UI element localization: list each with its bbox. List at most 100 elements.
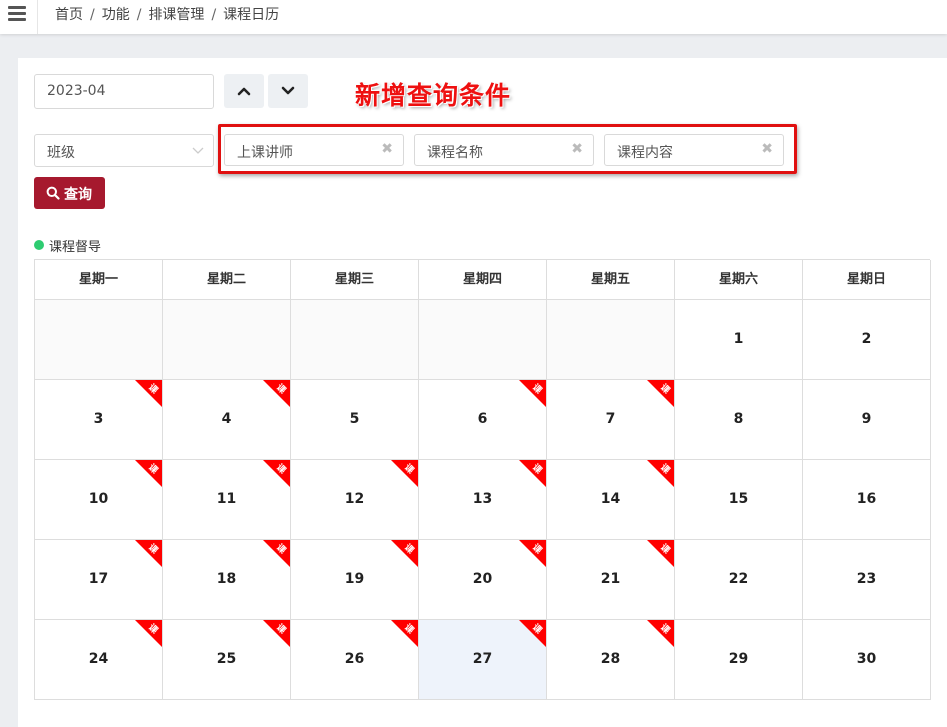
day-number: 22 — [728, 571, 749, 587]
breadcrumb-separator: / — [211, 7, 217, 23]
day-number: 28 — [600, 651, 621, 667]
day-number: 18 — [216, 571, 237, 587]
class-select-placeholder: 班级 — [47, 145, 75, 161]
calendar-day-cell[interactable]: 18 课 — [163, 540, 291, 620]
next-month-button[interactable] — [268, 74, 308, 108]
calendar-day-cell[interactable]: 4课 — [163, 380, 291, 460]
day-number: 26 — [344, 651, 365, 667]
breadcrumb-home[interactable]: 首页 — [55, 7, 83, 23]
course-ribbon-icon: 课 — [647, 380, 674, 407]
breadcrumb-features[interactable]: 功能 — [102, 7, 130, 23]
day-number: 27 — [472, 651, 493, 667]
calendar-day-cell[interactable]: 14 课 — [547, 460, 675, 540]
day-number: 23 — [856, 571, 877, 587]
day-number: 2 — [861, 331, 872, 347]
course-ribbon-icon: 课 — [647, 460, 674, 487]
calendar-day-cell[interactable]: 29 — [675, 620, 803, 700]
course-ribbon-icon: 课 — [135, 540, 162, 567]
chevron-up-icon — [237, 87, 251, 96]
day-number: 6 — [477, 411, 488, 427]
calendar-day-cell[interactable]: 3课 — [35, 380, 163, 460]
calendar-day-cell[interactable]: 16 — [803, 460, 931, 540]
day-number: 20 — [472, 571, 493, 587]
calendar-day-cell[interactable]: 28 课 — [547, 620, 675, 700]
search-icon — [46, 186, 60, 200]
calendar-day-cell[interactable]: 5 — [291, 380, 419, 460]
course-ribbon-icon: 课 — [391, 460, 418, 487]
course-ribbon-icon: 课 — [391, 540, 418, 567]
calendar-day-cell[interactable]: 10 课 — [35, 460, 163, 540]
calendar-day-cell[interactable]: 11 课 — [163, 460, 291, 540]
day-number: 5 — [349, 411, 360, 427]
course-ribbon-icon: 课 — [647, 620, 674, 647]
calendar-day-cell[interactable]: 25 课 — [163, 620, 291, 700]
day-number: 15 — [728, 491, 749, 507]
weekday-header: 星期五 — [547, 260, 675, 300]
highlight-frame — [218, 124, 797, 174]
calendar-day-cell[interactable]: 27 课 — [419, 620, 547, 700]
calendar-empty-cell — [547, 300, 675, 380]
prev-month-button[interactable] — [224, 74, 264, 108]
day-number: 12 — [344, 491, 365, 507]
breadcrumb-scheduling[interactable]: 排课管理 — [148, 7, 204, 23]
day-number: 25 — [216, 651, 237, 667]
month-value: 2023-04 — [47, 83, 106, 99]
day-number: 24 — [88, 651, 109, 667]
day-number: 3 — [93, 411, 104, 427]
calendar-day-cell[interactable]: 30 — [803, 620, 931, 700]
calendar-day-cell[interactable]: 13 课 — [419, 460, 547, 540]
day-number: 14 — [600, 491, 621, 507]
weekday-header: 星期二 — [163, 260, 291, 300]
course-ribbon-icon: 课 — [519, 380, 546, 407]
day-number: 11 — [216, 491, 237, 507]
day-number: 30 — [856, 651, 877, 667]
calendar-grid: 星期一 星期二 星期三 星期四 星期五 星期六 星期日 1 2 3 课 4 课 5 6 课 7 课 8 9 10 课 11 课… — [34, 259, 931, 700]
calendar-day-cell[interactable]: 9 — [803, 380, 931, 460]
course-ribbon-icon: 课 — [263, 460, 290, 487]
legend-dot — [34, 240, 44, 250]
legend-label: 课程督导 — [49, 240, 102, 255]
course-ribbon-icon: 课 — [263, 620, 290, 647]
hamburger-menu-icon[interactable] — [0, 0, 38, 34]
day-number: 10 — [88, 491, 109, 507]
calendar-day-cell[interactable]: 19 课 — [291, 540, 419, 620]
weekday-header: 星期四 — [419, 260, 547, 300]
breadcrumb-separator: / — [90, 7, 95, 23]
query-button[interactable]: 查询 — [34, 177, 105, 209]
course-ribbon-icon: 课 — [135, 380, 162, 407]
content-panel: 2023-04 新增查询条件 班级 上课讲师 ✖ 课程名称 ✖ 课程内容 ✖ 查… — [18, 58, 947, 727]
calendar-empty-cell — [35, 300, 163, 380]
calendar-day-cell[interactable]: 6课 — [419, 380, 547, 460]
calendar-day-cell[interactable]: 22 — [675, 540, 803, 620]
course-ribbon-icon: 课 — [519, 540, 546, 567]
calendar-day-cell[interactable]: 26 课 — [291, 620, 419, 700]
calendar-day-cell[interactable]: 23 — [803, 540, 931, 620]
day-number: 16 — [856, 491, 877, 507]
course-ribbon-icon: 课 — [519, 620, 546, 647]
month-input[interactable]: 2023-04 — [34, 74, 214, 109]
day-number: 13 — [472, 491, 493, 507]
calendar-day-cell[interactable]: 12 课 — [291, 460, 419, 540]
course-ribbon-icon: 课 — [391, 620, 418, 647]
calendar-day-cell[interactable]: 1 — [675, 300, 803, 380]
course-ribbon-icon: 课 — [519, 460, 546, 487]
day-number: 9 — [861, 411, 872, 427]
calendar-day-cell[interactable]: 24 课 — [35, 620, 163, 700]
breadcrumb-course-calendar: 课程日历 — [223, 7, 280, 23]
calendar-empty-cell — [163, 300, 291, 380]
day-number: 29 — [728, 651, 749, 667]
calendar-day-cell[interactable]: 7课 — [547, 380, 675, 460]
calendar-day-cell[interactable]: 17 课 — [35, 540, 163, 620]
day-number: 8 — [733, 411, 744, 427]
course-ribbon-icon: 课 — [135, 460, 162, 487]
weekday-header: 星期六 — [675, 260, 803, 300]
calendar-day-cell[interactable]: 15 — [675, 460, 803, 540]
chevron-down-icon — [281, 86, 295, 95]
calendar-day-cell[interactable]: 2 — [803, 300, 931, 380]
calendar-empty-cell — [419, 300, 547, 380]
class-select[interactable]: 班级 — [34, 134, 214, 167]
calendar-day-cell[interactable]: 21 课 — [547, 540, 675, 620]
calendar-day-cell[interactable]: 20 课 — [419, 540, 547, 620]
course-ribbon-icon: 课 — [263, 540, 290, 567]
calendar-day-cell[interactable]: 8 — [675, 380, 803, 460]
